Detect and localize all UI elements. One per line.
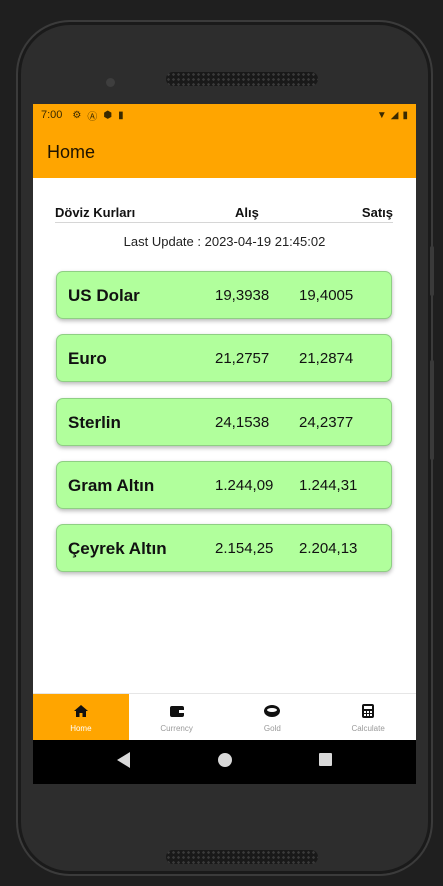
nav-home[interactable]: Home xyxy=(33,694,129,740)
rate-card-quarter-gold[interactable]: Çeyrek Altın 2.154,25 2.204,13 xyxy=(56,524,392,572)
rate-card-usd[interactable]: US Dolar 19,3938 19,4005 xyxy=(56,271,392,319)
wifi-icon: ▼ xyxy=(376,109,387,121)
rate-name: Sterlin xyxy=(68,413,121,432)
settings-icon: ⚙ xyxy=(72,109,82,121)
rate-name: Çeyrek Altın xyxy=(68,539,167,558)
status-bar: 7:00 ⚙ Ⓐ ⬢ ▮ ▼ ◢ ▮ xyxy=(33,104,416,126)
rate-sell: 2.204,13 xyxy=(299,540,358,557)
rate-name: Gram Altın xyxy=(68,476,155,495)
nav-calculate[interactable]: Calculate xyxy=(320,694,416,740)
rate-buy: 1.244,09 xyxy=(215,477,274,494)
header-buy: Alış xyxy=(235,205,259,220)
notification-a-icon: Ⓐ xyxy=(87,111,98,123)
rate-sell: 1.244,31 xyxy=(299,477,358,494)
nav-calculate-label: Calculate xyxy=(351,723,385,733)
nav-currency-label: Currency xyxy=(160,723,193,733)
status-time: 7:00 xyxy=(41,109,63,121)
rate-card-sterlin[interactable]: Sterlin 24,1538 24,2377 xyxy=(56,398,392,446)
bottom-nav: Home Currency Gold Calculate xyxy=(33,693,416,740)
page-title: Home xyxy=(47,141,96,162)
rate-buy: 21,2757 xyxy=(215,350,270,367)
rate-buy: 24,1538 xyxy=(215,414,270,431)
coin-icon xyxy=(264,702,281,720)
rate-sell: 24,2377 xyxy=(299,414,354,431)
nav-currency[interactable]: Currency xyxy=(129,694,225,740)
nav-gold-label: Gold xyxy=(263,723,281,733)
app-bar: Home xyxy=(33,126,416,178)
front-camera xyxy=(106,78,115,87)
top-speaker xyxy=(166,72,318,86)
back-icon[interactable] xyxy=(116,751,131,773)
rate-buy: 19,3938 xyxy=(215,287,270,304)
rate-sell: 19,4005 xyxy=(299,287,354,304)
nav-gold[interactable]: Gold xyxy=(225,694,321,740)
home-circle-icon[interactable] xyxy=(217,752,232,772)
rate-name: US Dolar xyxy=(68,286,140,305)
rate-sell: 21,2874 xyxy=(299,350,354,367)
rate-buy: 2.154,25 xyxy=(215,540,274,557)
shield-icon: ⬢ xyxy=(103,109,113,121)
system-nav-bar xyxy=(33,740,416,784)
nav-home-label: Home xyxy=(70,723,92,733)
sd-card-icon: ▮ xyxy=(118,109,124,121)
app-screen: 7:00 ⚙ Ⓐ ⬢ ▮ ▼ ◢ ▮ Home Döviz Kurları Al… xyxy=(33,104,416,784)
signal-icon: ◢ xyxy=(390,109,399,121)
rate-card-gram-gold[interactable]: Gram Altın 1.244,09 1.244,31 xyxy=(56,461,392,509)
wallet-icon xyxy=(169,702,184,720)
home-icon xyxy=(73,702,88,720)
power-button xyxy=(430,360,434,460)
rate-name: Euro xyxy=(68,349,107,368)
battery-icon: ▮ xyxy=(402,109,408,121)
recents-icon[interactable] xyxy=(319,753,333,771)
rates-header: Döviz Kurları Alış Satış xyxy=(55,205,393,223)
last-update-text: Last Update : 2023-04-19 21:45:02 xyxy=(123,234,326,249)
bottom-speaker xyxy=(166,850,318,864)
header-currency: Döviz Kurları xyxy=(55,205,136,220)
volume-button xyxy=(430,246,434,296)
rate-card-euro[interactable]: Euro 21,2757 21,2874 xyxy=(56,334,392,382)
calculator-icon xyxy=(362,702,375,720)
header-sell: Satış xyxy=(361,205,393,220)
